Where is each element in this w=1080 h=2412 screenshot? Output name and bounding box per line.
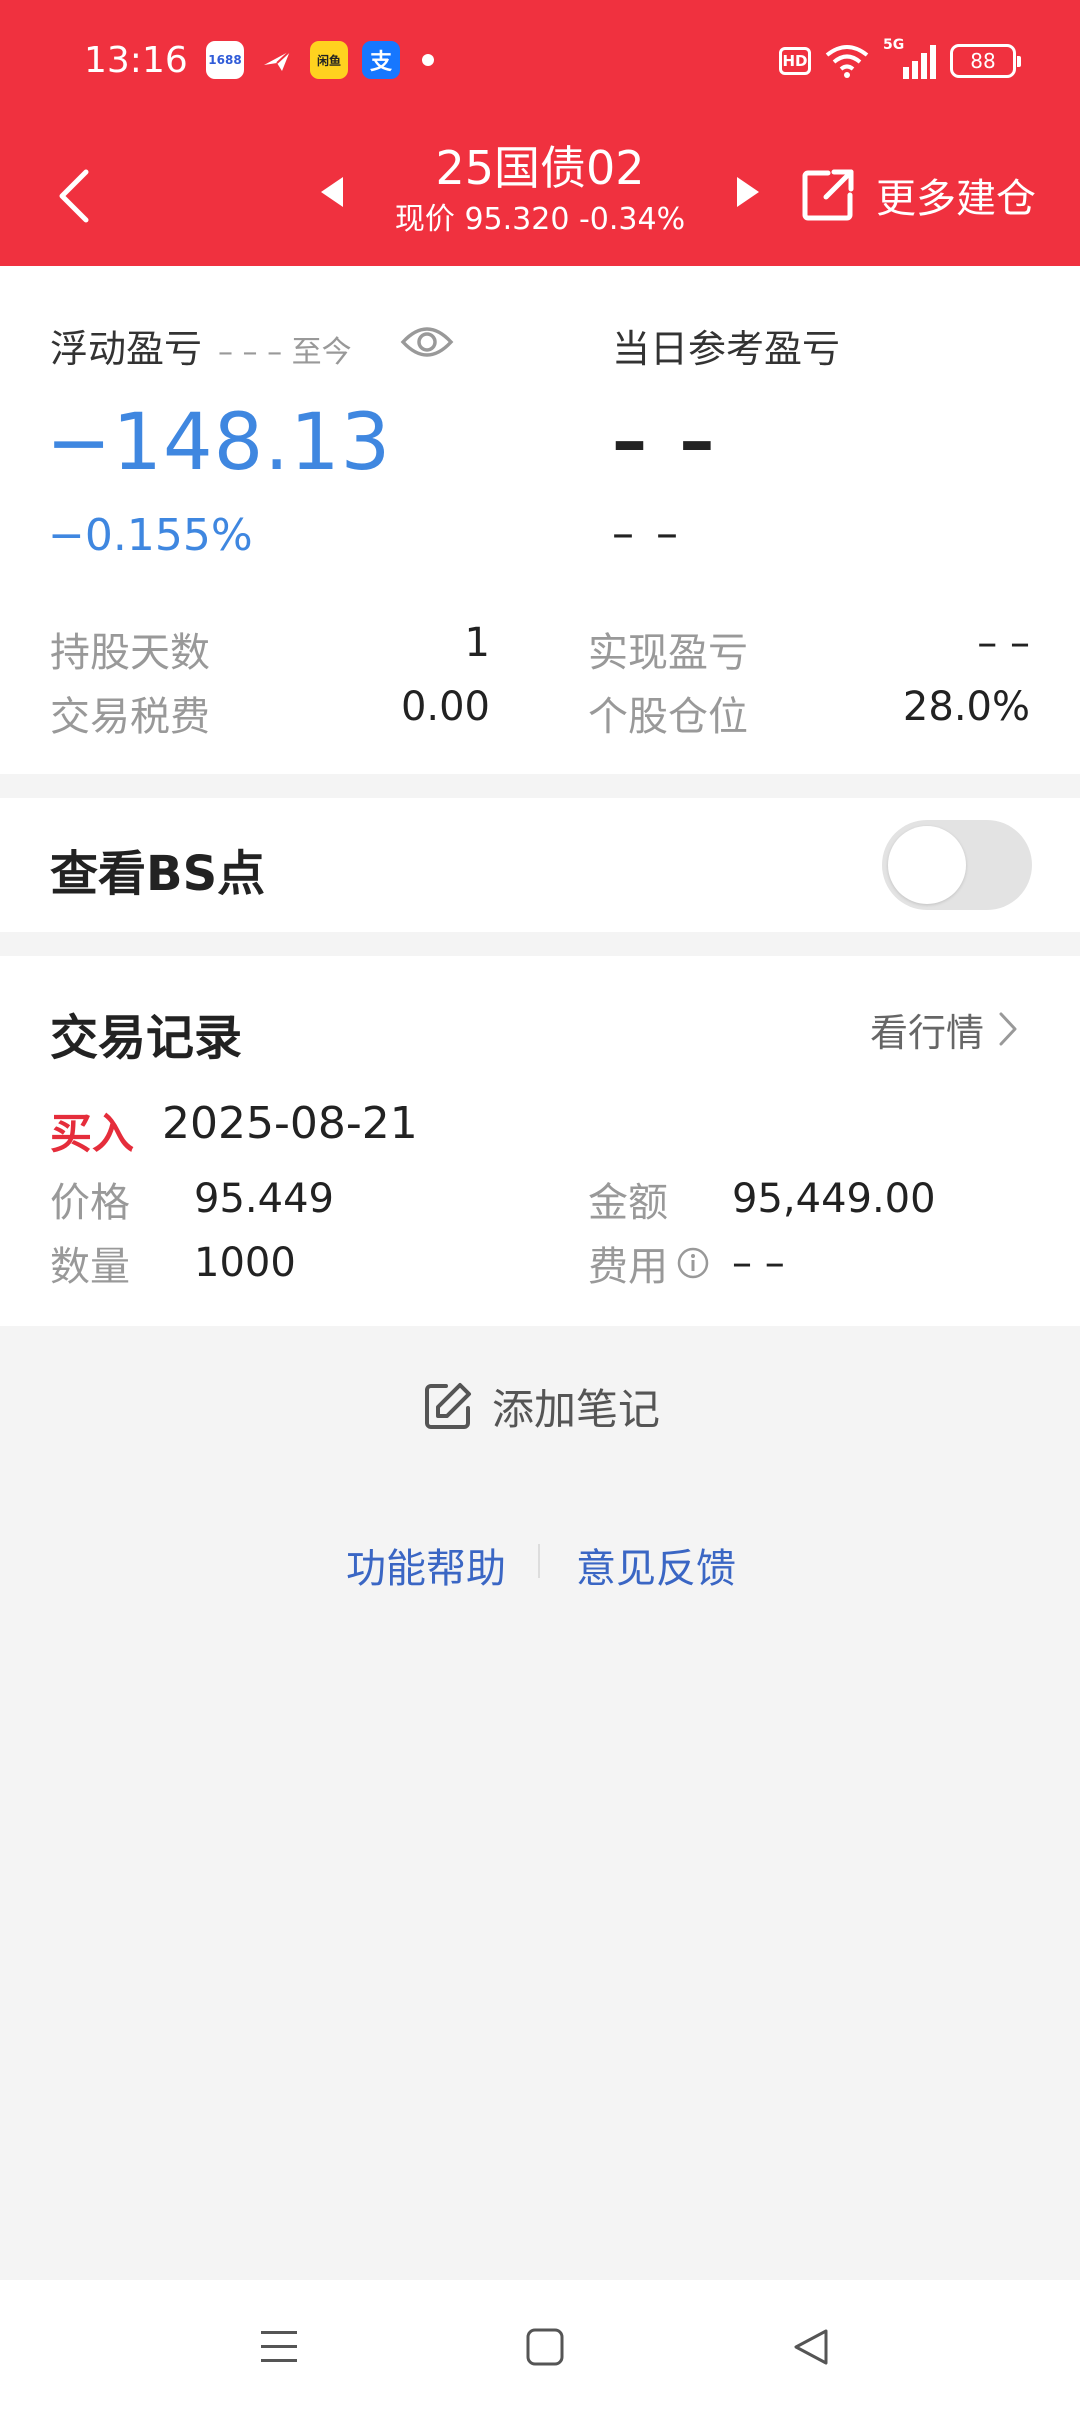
home-icon bbox=[526, 2328, 564, 2366]
floating-pnl-label: 浮动盈亏 bbox=[50, 327, 203, 371]
trade-amount-row: 金额 95,449.00 bbox=[588, 1174, 936, 1226]
back-button[interactable] bbox=[44, 156, 104, 236]
triangle-right-icon bbox=[737, 177, 759, 207]
menu-button[interactable] bbox=[244, 2312, 314, 2382]
help-link[interactable]: 功能帮助 bbox=[346, 1536, 506, 1594]
signal-icon: 5G bbox=[883, 37, 936, 79]
trade-date: 2025-08-21 bbox=[162, 1098, 418, 1149]
footer-divider bbox=[538, 1544, 540, 1578]
tax-label: 交易税费 bbox=[50, 694, 210, 740]
back-triangle-icon bbox=[794, 2329, 828, 2365]
next-stock-button[interactable] bbox=[726, 170, 770, 214]
add-note-label: 添加笔记 bbox=[492, 1384, 661, 1434]
eye-icon[interactable] bbox=[400, 322, 454, 362]
yellow-app-icon: 闲鱼 bbox=[310, 41, 348, 79]
trade-type: 买入 bbox=[50, 1109, 135, 1158]
hd-icon: HD bbox=[779, 47, 811, 75]
status-time: 13:16 bbox=[84, 40, 188, 81]
battery-icon: 88 bbox=[950, 44, 1021, 78]
page: 13:16 1688 闲鱼 支 HD 5G 88 25国债02 现价 95.32… bbox=[0, 0, 1080, 2412]
floating-pnl-value: −148.13 bbox=[46, 398, 392, 488]
realized-pnl-row: 实现盈亏 – – bbox=[588, 620, 1030, 676]
trade-qty-row: 数量 1000 bbox=[50, 1238, 296, 1290]
stock-title-block: 25国债02 现价 95.320 -0.34% bbox=[360, 138, 720, 242]
trade-fee-label-wrap: 费用 bbox=[588, 1234, 732, 1292]
realized-pnl-value: – – bbox=[977, 620, 1030, 666]
feedback-link[interactable]: 意见反馈 bbox=[576, 1536, 736, 1594]
trade-price-row: 价格 95.449 bbox=[50, 1174, 334, 1226]
daily-pnl-value: – – bbox=[612, 400, 719, 482]
wifi-icon bbox=[825, 45, 869, 78]
position-value: 28.0% bbox=[902, 684, 1030, 730]
trade-qty-label: 数量 bbox=[50, 1244, 130, 1290]
daily-pnl-percent: – – bbox=[612, 508, 682, 559]
hold-days-value: 1 bbox=[464, 620, 490, 666]
stock-name: 25国债02 bbox=[435, 141, 645, 195]
add-note-button[interactable]: 添加笔记 bbox=[422, 1378, 660, 1434]
tax-row: 交易税费 0.00 bbox=[50, 684, 490, 740]
trade-records-title: 交易记录 bbox=[50, 1010, 243, 1066]
notification-dot-icon bbox=[422, 54, 434, 66]
home-button[interactable] bbox=[510, 2312, 580, 2382]
trade-amount-label: 金额 bbox=[588, 1180, 668, 1226]
share-external-icon bbox=[802, 169, 854, 221]
trade-price-value: 95.449 bbox=[194, 1176, 334, 1222]
floating-pnl-title: 浮动盈亏 – – – 至今 bbox=[50, 318, 352, 373]
trade-price-label: 价格 bbox=[50, 1180, 130, 1226]
status-indicators: HD 5G 88 bbox=[779, 37, 1021, 84]
system-back-button[interactable] bbox=[776, 2312, 846, 2382]
floating-pnl-percent: −0.155% bbox=[48, 510, 253, 561]
daily-pnl-label: 当日参考盈亏 bbox=[612, 327, 841, 371]
info-icon[interactable] bbox=[676, 1246, 710, 1280]
more-positions-button[interactable]: 更多建仓 bbox=[800, 162, 1036, 228]
view-market-label: 看行情 bbox=[870, 1010, 985, 1055]
status-app-icons: 1688 闲鱼 支 bbox=[206, 40, 434, 80]
system-nav-bar bbox=[0, 2280, 1080, 2412]
bs-points-toggle[interactable] bbox=[882, 820, 1032, 910]
trade-qty-value: 1000 bbox=[194, 1240, 296, 1286]
view-market-link[interactable]: 看行情 bbox=[870, 1004, 1018, 1055]
trade-fee-value: – – bbox=[732, 1240, 785, 1286]
stock-current-price: 现价 95.320 -0.34% bbox=[394, 202, 686, 237]
trade-fee-label: 费用 bbox=[588, 1244, 668, 1290]
hold-days-label: 持股天数 bbox=[50, 630, 210, 676]
header: 13:16 1688 闲鱼 支 HD 5G 88 25国债02 现价 95.32… bbox=[0, 0, 1080, 266]
chevron-left-icon bbox=[59, 169, 89, 223]
app-1688-icon: 1688 bbox=[206, 41, 244, 79]
trade-amount-value: 95,449.00 bbox=[732, 1176, 936, 1222]
toggle-knob bbox=[888, 826, 966, 904]
edit-note-icon bbox=[425, 1383, 471, 1429]
plane-icon bbox=[258, 41, 296, 79]
prev-stock-button[interactable] bbox=[310, 170, 354, 214]
floating-pnl-since[interactable]: – – – 至今 bbox=[218, 327, 352, 371]
trade-fee-row: 费用 – – bbox=[588, 1238, 785, 1290]
position-label: 个股仓位 bbox=[588, 694, 748, 740]
realized-pnl-label: 实现盈亏 bbox=[588, 630, 748, 676]
chevron-right-icon bbox=[999, 1012, 1017, 1046]
more-positions-label: 更多建仓 bbox=[876, 176, 1036, 222]
network-type-label: 5G bbox=[883, 37, 905, 53]
alipay-icon: 支 bbox=[362, 41, 400, 79]
hold-days-row: 持股天数 1 bbox=[50, 620, 490, 676]
triangle-left-icon bbox=[321, 177, 343, 207]
position-row: 个股仓位 28.0% bbox=[588, 684, 1030, 740]
menu-icon bbox=[261, 2331, 297, 2362]
tax-value: 0.00 bbox=[400, 684, 490, 730]
bs-points-label: 查看BS点 bbox=[50, 846, 266, 902]
